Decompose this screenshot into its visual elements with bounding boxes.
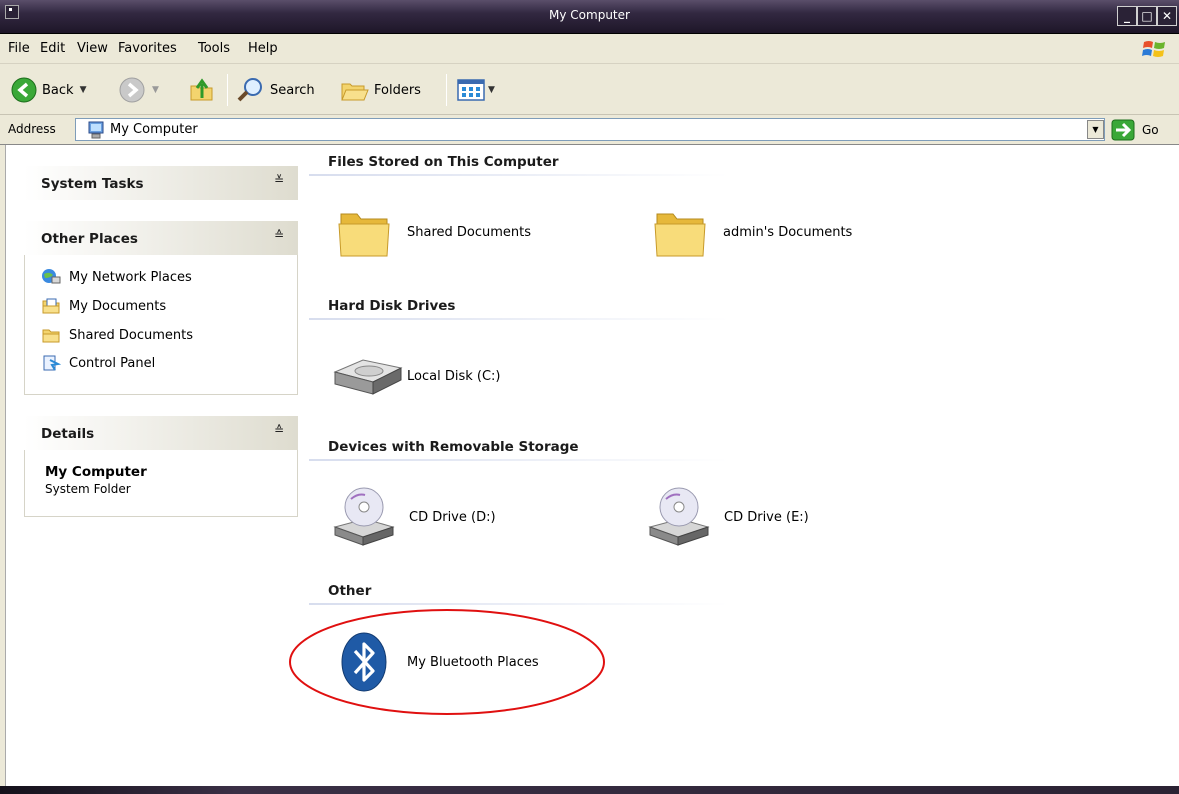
- up-folder-button[interactable]: [188, 76, 216, 104]
- details-name: My Computer: [45, 464, 147, 480]
- network-places-icon: [42, 269, 61, 284]
- up-folder-icon: [190, 78, 213, 101]
- toolbar-separator: [227, 74, 228, 106]
- go-arrow-icon[interactable]: [1111, 119, 1135, 141]
- back-label: Back: [42, 82, 74, 98]
- item-local-disk-c[interactable]: Local Disk (C:): [329, 346, 500, 406]
- forward-dropdown-icon[interactable]: ▼: [152, 85, 159, 95]
- window-title: My Computer: [549, 8, 630, 22]
- views-dropdown-icon[interactable]: ▼: [488, 85, 495, 95]
- folders-button[interactable]: Folders: [340, 76, 421, 104]
- item-label: Shared Documents: [407, 224, 532, 240]
- close-icon[interactable]: ✕: [1157, 6, 1177, 26]
- address-label: Address: [8, 122, 56, 136]
- place-control-panel[interactable]: Control Panel: [41, 352, 155, 374]
- folder-icon: [338, 213, 390, 257]
- back-button[interactable]: Back ▼: [10, 76, 86, 104]
- group-divider: [309, 174, 729, 176]
- item-cd-drive-e[interactable]: CD Drive (E:): [646, 487, 809, 547]
- minimize-icon[interactable]: _: [1117, 6, 1137, 26]
- folder-icon: [42, 329, 60, 343]
- place-label: My Network Places: [69, 269, 192, 285]
- menu-bar: File Edit View Favorites Tools Help: [0, 34, 1179, 64]
- details-body: My Computer System Folder: [24, 450, 298, 517]
- folder-icon: [654, 213, 706, 257]
- back-arrow-icon: [11, 77, 37, 103]
- details-title: Details: [41, 426, 95, 442]
- group-header: Files Stored on This Computer: [328, 154, 559, 170]
- taskbar-edge: [0, 786, 1179, 794]
- item-admins-documents[interactable]: admin's Documents: [651, 202, 852, 262]
- system-tasks-header[interactable]: System Tasks ≚: [24, 166, 298, 200]
- cd-drive-icon: [333, 487, 395, 546]
- group-header: Other: [328, 583, 372, 599]
- views-button[interactable]: ▼: [456, 76, 495, 104]
- group-divider: [309, 459, 729, 461]
- item-label: CD Drive (D:): [409, 509, 496, 525]
- details-header[interactable]: Details ≙: [24, 416, 298, 450]
- folders-label: Folders: [374, 82, 421, 98]
- views-icon: [457, 79, 485, 101]
- other-places-title: Other Places: [41, 231, 138, 247]
- search-icon: [237, 78, 262, 102]
- title-bar: My Computer _ □ ✕: [0, 0, 1179, 34]
- forward-button[interactable]: ▼: [118, 76, 159, 104]
- item-cd-drive-d[interactable]: CD Drive (D:): [331, 487, 496, 547]
- address-value: My Computer: [110, 122, 198, 137]
- forward-arrow-icon: [119, 77, 145, 103]
- back-dropdown-icon[interactable]: ▼: [80, 85, 87, 95]
- place-shared-documents[interactable]: Shared Documents: [41, 324, 193, 346]
- address-dropdown-icon[interactable]: ▼: [1087, 120, 1104, 139]
- other-places-header[interactable]: Other Places ≙: [24, 221, 298, 255]
- highlight-ellipse: [289, 609, 605, 715]
- my-computer-icon: [88, 121, 104, 139]
- menu-tools[interactable]: Tools: [198, 41, 230, 56]
- place-label: Control Panel: [69, 355, 156, 371]
- my-documents-icon: [42, 298, 60, 314]
- menu-favorites[interactable]: Favorites: [118, 41, 177, 56]
- menu-edit[interactable]: Edit: [40, 41, 65, 56]
- menu-help[interactable]: Help: [248, 41, 278, 56]
- place-label: Shared Documents: [69, 327, 194, 343]
- go-button[interactable]: Go: [1142, 123, 1159, 137]
- menu-view[interactable]: View: [77, 41, 108, 56]
- toolbar-separator: [446, 74, 447, 106]
- address-input[interactable]: [75, 118, 1105, 141]
- search-label: Search: [270, 82, 315, 98]
- place-label: My Documents: [69, 298, 167, 314]
- group-header: Devices with Removable Storage: [328, 439, 579, 455]
- item-label: CD Drive (E:): [724, 509, 809, 525]
- place-my-documents[interactable]: My Documents: [41, 295, 166, 317]
- group-header: Hard Disk Drives: [328, 298, 456, 314]
- control-panel-icon: [43, 355, 61, 371]
- toolbar: Back ▼ ▼ Search Folders ▼: [0, 64, 1179, 115]
- search-button[interactable]: Search: [236, 76, 315, 104]
- task-pane: System Tasks ≚ Other Places ≙ My Network…: [6, 146, 302, 786]
- chevron-down-icon[interactable]: ≚: [274, 173, 284, 187]
- chevron-up-icon[interactable]: ≙: [274, 423, 284, 437]
- details-type: System Folder: [45, 482, 131, 496]
- system-tasks-title: System Tasks: [41, 176, 144, 192]
- folders-icon: [341, 83, 369, 101]
- menu-file[interactable]: File: [8, 41, 30, 56]
- item-shared-documents[interactable]: Shared Documents: [335, 202, 531, 262]
- windows-logo-icon: [1142, 41, 1165, 57]
- item-label: admin's Documents: [723, 224, 853, 240]
- maximize-icon[interactable]: □: [1137, 6, 1157, 26]
- place-my-network-places[interactable]: My Network Places: [41, 266, 192, 288]
- hard-disk-icon: [333, 359, 403, 395]
- address-bar: Address My Computer ▼ Go: [0, 115, 1179, 145]
- item-label: Local Disk (C:): [407, 368, 501, 384]
- cd-drive-icon: [648, 487, 710, 546]
- chevron-up-icon[interactable]: ≙: [274, 228, 284, 242]
- group-divider: [309, 603, 729, 605]
- group-divider: [309, 318, 729, 320]
- other-places-body: My Network Places My Documents Shared Do…: [24, 255, 298, 395]
